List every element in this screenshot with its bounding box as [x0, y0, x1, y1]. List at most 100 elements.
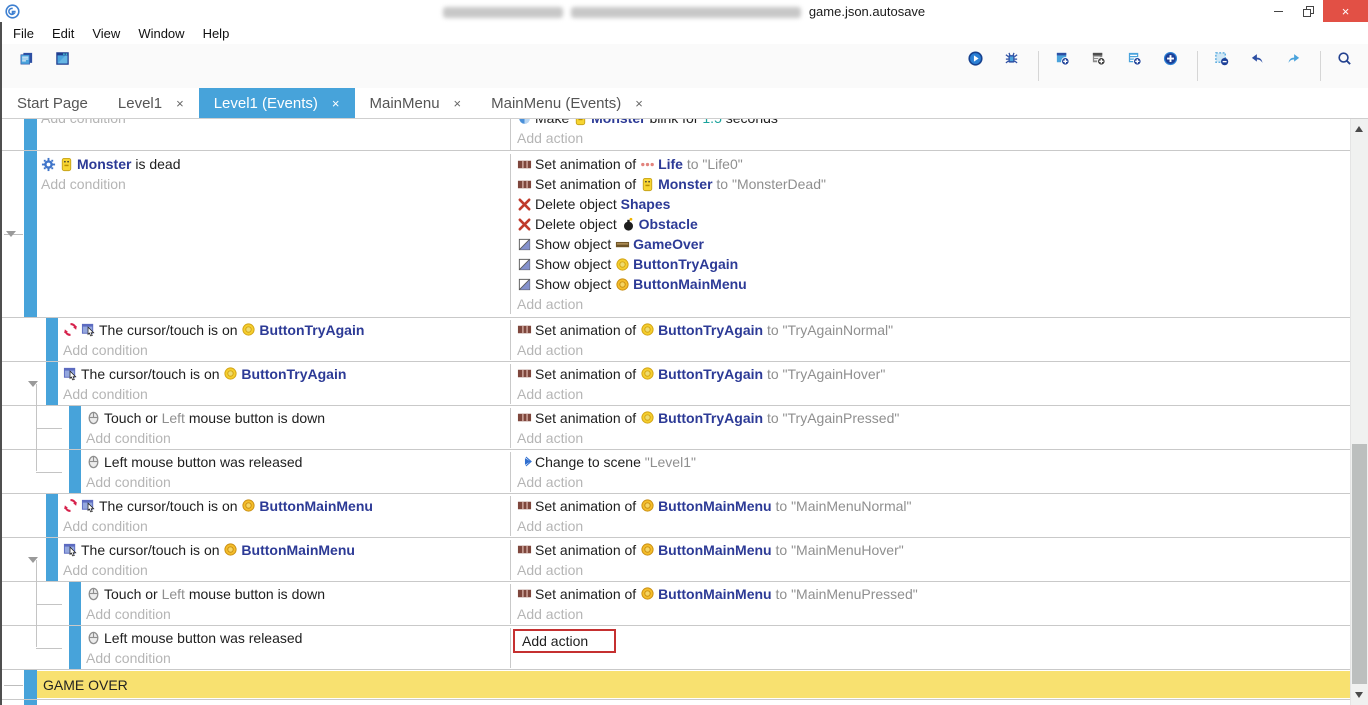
action-line[interactable]: Set animation of ButtonMainMenu to "Main… — [517, 496, 1351, 516]
text-part: Set animation of — [535, 366, 640, 382]
action-line[interactable]: Set animation of ButtonTryAgain to "TryA… — [517, 364, 1351, 384]
action-line[interactable]: Make Monster blink for 1.5 seconds — [517, 119, 1351, 128]
add-condition[interactable]: Add condition — [86, 604, 510, 624]
tab-level1-events-[interactable]: Level1 (Events)× — [199, 88, 355, 118]
add-condition[interactable]: Add condition — [41, 119, 510, 128]
tab-close-icon[interactable]: × — [332, 96, 340, 111]
menu-file[interactable]: File — [4, 22, 43, 44]
menu-bar: FileEditViewWindowHelp — [2, 22, 1368, 44]
scroll-down-icon[interactable] — [1355, 692, 1363, 698]
add-action[interactable]: Add action — [517, 428, 1351, 448]
add-action[interactable]: Add action — [517, 294, 1351, 314]
add-event-button[interactable] — [1046, 48, 1082, 84]
toolbar-left-group — [10, 48, 82, 84]
text-part: "TryAgainHover" — [783, 366, 886, 382]
bomb-icon — [621, 217, 636, 232]
coin-yellow-icon — [640, 410, 655, 425]
add-action[interactable]: Add action — [517, 560, 1351, 580]
action-line[interactable]: Change to scene "Level1" — [517, 452, 1351, 472]
window-title: game.json.autosave — [0, 4, 1368, 19]
menu-help[interactable]: Help — [194, 22, 239, 44]
action-line[interactable]: Set animation of Monster to "MonsterDead… — [517, 174, 1351, 194]
add-action[interactable]: Add action — [517, 472, 1351, 492]
add-action[interactable]: Add action — [517, 340, 1351, 360]
tab-close-icon[interactable]: × — [635, 96, 643, 111]
add-condition[interactable]: Add condition — [86, 648, 510, 668]
redo-button[interactable] — [1277, 48, 1313, 84]
condition-line[interactable]: The cursor/touch is on ButtonMainMenu — [63, 496, 510, 516]
add-condition[interactable]: Add condition — [63, 560, 510, 580]
text-part: Delete object — [535, 196, 621, 212]
add-action[interactable]: Add action — [517, 516, 1351, 536]
action-line[interactable]: Show object ButtonMainMenu — [517, 274, 1351, 294]
project-manager-icon — [19, 51, 34, 81]
tab-close-icon[interactable]: × — [176, 96, 184, 111]
unselect-button[interactable] — [1205, 48, 1241, 84]
tab-label: MainMenu — [370, 95, 440, 112]
scroll-up-icon[interactable] — [1355, 126, 1363, 132]
tab-mainmenu[interactable]: MainMenu × — [355, 88, 477, 118]
condition-line[interactable]: The cursor/touch is on ButtonTryAgain — [63, 320, 510, 340]
action-line[interactable]: Set animation of ButtonTryAgain to "TryA… — [517, 320, 1351, 340]
play-button[interactable] — [959, 48, 995, 84]
menu-view[interactable]: View — [83, 22, 129, 44]
add-circle-button[interactable] — [1154, 48, 1190, 84]
selection-bar — [46, 362, 58, 405]
fold-arrow-icon[interactable] — [6, 231, 16, 237]
search-button[interactable] — [1328, 48, 1364, 84]
add-action-highlighted[interactable]: Add action — [513, 629, 616, 653]
debug-button[interactable] — [995, 48, 1031, 84]
undo-button[interactable] — [1241, 48, 1277, 84]
coin-yellow-icon — [223, 366, 238, 381]
minimize-button[interactable] — [1263, 0, 1293, 22]
text-part: Show object — [535, 256, 615, 272]
add-comment-button[interactable] — [1118, 48, 1154, 84]
tab-mainmenu-events-[interactable]: MainMenu (Events)× — [476, 88, 658, 118]
action-line[interactable]: Set animation of ButtonMainMenu to "Main… — [517, 540, 1351, 560]
add-condition[interactable]: Add condition — [86, 428, 510, 448]
menu-edit[interactable]: Edit — [43, 22, 83, 44]
add-condition[interactable]: Add condition — [63, 384, 510, 404]
action-line[interactable]: Set animation of ButtonTryAgain to "TryA… — [517, 408, 1351, 428]
text-part: Set animation of — [535, 410, 640, 426]
action-line[interactable]: Set animation of Life to "Life0" — [517, 154, 1351, 174]
tab-start-page[interactable]: Start Page — [2, 88, 103, 118]
project-manager-button[interactable] — [10, 48, 46, 84]
action-line[interactable]: Delete object Shapes — [517, 194, 1351, 214]
unselect-icon — [1214, 51, 1229, 81]
text-part: mouse button is down — [185, 410, 325, 426]
coin-yellow-icon — [640, 366, 655, 381]
add-condition[interactable]: Add condition — [63, 516, 510, 536]
menu-window[interactable]: Window — [129, 22, 193, 44]
condition-line[interactable]: The cursor/touch is on ButtonMainMenu — [63, 540, 510, 560]
condition-line[interactable]: Left mouse button was released — [86, 452, 510, 472]
scrollbar-thumb[interactable] — [1352, 444, 1367, 684]
action-line[interactable]: Show object GameOver — [517, 234, 1351, 254]
add-condition[interactable]: Add condition — [41, 174, 510, 194]
add-subevent-button[interactable] — [1082, 48, 1118, 84]
add-condition[interactable]: Add condition — [86, 472, 510, 492]
add-action[interactable]: Add action — [517, 604, 1351, 624]
action-line[interactable]: Delete object Obstacle — [517, 214, 1351, 234]
restore-button[interactable] — [1293, 0, 1323, 22]
text-part: ButtonMainMenu — [658, 498, 772, 514]
tab-level1[interactable]: Level1× — [103, 88, 199, 118]
close-button[interactable]: × — [1323, 0, 1368, 22]
mouse-icon — [86, 454, 101, 469]
action-line[interactable]: Show object ButtonTryAgain — [517, 254, 1351, 274]
condition-line[interactable]: Monster is dead — [41, 154, 510, 174]
add-subevent-icon — [1091, 51, 1106, 81]
condition-line[interactable]: Touch or Left mouse button is down — [86, 584, 510, 604]
tab-close-icon[interactable]: × — [454, 96, 462, 111]
scene-editor-button[interactable] — [46, 48, 82, 84]
add-condition[interactable]: Add condition — [63, 340, 510, 360]
action-line[interactable]: Set animation of ButtonMainMenu to "Main… — [517, 584, 1351, 604]
comment-bar[interactable]: GAME OVER — [37, 671, 1351, 698]
invert-icon — [63, 322, 78, 337]
condition-line[interactable]: The cursor/touch is on ButtonTryAgain — [63, 364, 510, 384]
add-action[interactable]: Add action — [517, 384, 1351, 404]
add-action[interactable]: Add action — [517, 128, 1351, 148]
condition-line[interactable]: Left mouse button was released — [86, 628, 510, 648]
condition-line[interactable]: Touch or Left mouse button is down — [86, 408, 510, 428]
vertical-scrollbar[interactable] — [1350, 119, 1368, 705]
